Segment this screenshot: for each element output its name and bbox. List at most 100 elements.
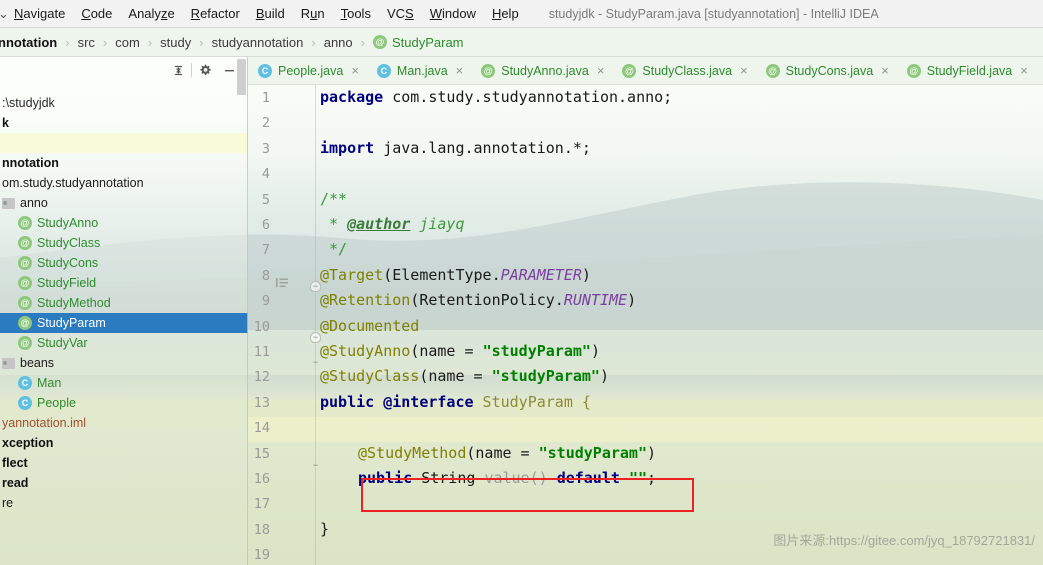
- code-line-15[interactable]: @StudyMethod(name = "studyParam"): [358, 444, 656, 462]
- gutter-line-number[interactable]: 6: [248, 217, 270, 233]
- gutter-line-number[interactable]: 15: [248, 446, 270, 462]
- code-token: "": [628, 469, 647, 487]
- code-line-3[interactable]: import java.lang.annotation.*;: [320, 139, 591, 157]
- editor-tab-studyanno-java[interactable]: @ StudyAnno.java ×: [471, 57, 612, 84]
- editor-tab-people-java[interactable]: C People.java ×: [248, 57, 367, 84]
- tree-node-studyvar[interactable]: @ StudyVar: [0, 333, 248, 353]
- menu-item-navigate[interactable]: Navigate: [6, 3, 73, 24]
- code-line-9[interactable]: @Retention(RetentionPolicy.RUNTIME): [320, 291, 636, 309]
- code-token: @StudyMethod: [358, 443, 467, 462]
- code-line-11[interactable]: @StudyAnno(name = "studyParam"): [320, 342, 600, 360]
- breadcrumb-item-studyannotation[interactable]: studyannotation: [210, 35, 306, 50]
- code-line-18[interactable]: }: [320, 520, 329, 538]
- code-line-7[interactable]: */: [320, 240, 347, 258]
- menu-item-help[interactable]: Help: [484, 3, 527, 24]
- code-line-10[interactable]: @Documented: [320, 317, 419, 335]
- gear-icon[interactable]: [194, 60, 216, 80]
- gutter-line-number[interactable]: 10: [248, 319, 270, 335]
- code-line-12[interactable]: @StudyClass(name = "studyParam"): [320, 367, 609, 385]
- fold-marker-class-body[interactable]: −: [310, 461, 321, 472]
- javadoc-gutter-icon[interactable]: [276, 277, 289, 292]
- menu-item-code[interactable]: Code: [73, 3, 120, 24]
- breadcrumb-item-studyparam[interactable]: @ StudyParam: [371, 35, 466, 50]
- gutter-line-number[interactable]: 3: [248, 141, 270, 157]
- close-icon[interactable]: ×: [351, 64, 359, 77]
- gutter-line-number[interactable]: 19: [248, 547, 270, 563]
- editor-gutter[interactable]: 1 2 3 4 5 6 7 8 9 10 11 12 13 14 15 16 17 18 19: [248, 85, 318, 565]
- code-token: (ElementType.: [383, 265, 501, 284]
- tree-node-studyanno[interactable]: @ StudyAnno: [0, 213, 248, 233]
- gutter-line-number[interactable]: 8: [248, 268, 270, 284]
- menu-item-window[interactable]: Window: [422, 3, 484, 24]
- project-scrollbar-track[interactable]: [237, 57, 246, 565]
- tree-node-read[interactable]: read: [0, 473, 248, 493]
- tree-node-people[interactable]: C People: [0, 393, 248, 413]
- tree-node--studyjdk[interactable]: :\studyjdk: [0, 93, 248, 113]
- code-line-6[interactable]: * @author jiayq: [320, 215, 464, 233]
- gutter-line-number[interactable]: 18: [248, 522, 270, 538]
- tree-node-xception[interactable]: xception: [0, 433, 248, 453]
- tree-node-empty[interactable]: [0, 133, 248, 153]
- code-editor[interactable]: 1 2 3 4 5 6 7 8 9 10 11 12 13 14 15 16 17 18 19 − − − − pa…: [248, 85, 1043, 565]
- code-line-8[interactable]: @Target(ElementType.PARAMETER): [320, 266, 591, 284]
- gutter-line-number[interactable]: 1: [248, 90, 270, 106]
- tree-node-man[interactable]: C Man: [0, 373, 248, 393]
- menu-item-tools[interactable]: Tools: [333, 3, 379, 24]
- tree-node-studycons[interactable]: @ StudyCons: [0, 253, 248, 273]
- tree-node-om-study-studyannotation[interactable]: om.study.studyannotation: [0, 173, 248, 193]
- breadcrumb-item-nnotation[interactable]: nnotation: [0, 35, 59, 50]
- tree-node-flect[interactable]: flect: [0, 453, 248, 473]
- project-scrollbar-thumb[interactable]: [237, 59, 246, 95]
- tree-node-studyfield[interactable]: @ StudyField: [0, 273, 248, 293]
- editor-tab-stu[interactable]: @Stu: [1036, 57, 1043, 84]
- editor-tab-studyfield-java[interactable]: @ StudyField.java ×: [897, 57, 1036, 84]
- gutter-line-number[interactable]: 4: [248, 166, 270, 182]
- code-line-16[interactable]: public String value() default "";: [358, 469, 656, 487]
- gutter-line-number[interactable]: 14: [248, 420, 270, 436]
- caret-line-highlight: [248, 417, 1043, 443]
- breadcrumb-item-study[interactable]: study: [158, 35, 193, 50]
- tree-node-studyclass[interactable]: @ StudyClass: [0, 233, 248, 253]
- tree-node-studyparam[interactable]: @ StudyParam: [0, 313, 248, 333]
- code-line-1[interactable]: package com.study.studyannotation.anno;: [320, 88, 672, 106]
- gutter-line-number[interactable]: 11: [248, 344, 270, 360]
- gutter-line-number[interactable]: 2: [248, 115, 270, 131]
- menu-item-analyze[interactable]: Analyze: [120, 3, 182, 24]
- menu-item-build[interactable]: Build: [248, 3, 293, 24]
- close-icon[interactable]: ×: [1020, 64, 1028, 77]
- breadcrumb-separator: ›: [199, 34, 204, 50]
- tree-node-yannotation-iml[interactable]: yannotation.iml: [0, 413, 248, 433]
- editor-tab-man-java[interactable]: C Man.java ×: [367, 57, 471, 84]
- tree-node-studymethod[interactable]: @ StudyMethod: [0, 293, 248, 313]
- code-line-13[interactable]: public @interface StudyParam {: [320, 393, 591, 411]
- tree-node-re[interactable]: re: [0, 493, 248, 513]
- menu-item-refactor[interactable]: Refactor: [183, 3, 248, 24]
- sidebar-divider[interactable]: [247, 57, 248, 565]
- tree-node-label: k: [2, 116, 9, 130]
- menu-item-vcs[interactable]: VCS: [379, 3, 422, 24]
- tree-node-nnotation[interactable]: nnotation: [0, 153, 248, 173]
- gutter-line-number[interactable]: 12: [248, 369, 270, 385]
- tree-node-anno[interactable]: anno: [0, 193, 248, 213]
- tree-node-k[interactable]: k: [0, 113, 248, 133]
- tree-node-beans[interactable]: beans: [0, 353, 248, 373]
- close-icon[interactable]: ×: [456, 64, 464, 77]
- menu-item-run[interactable]: Run: [293, 3, 333, 24]
- collapse-all-icon[interactable]: [167, 60, 189, 80]
- annotation-icon: @: [372, 35, 387, 49]
- gutter-line-number[interactable]: 13: [248, 395, 270, 411]
- gutter-line-number[interactable]: 17: [248, 496, 270, 512]
- breadcrumb-item-com[interactable]: com: [113, 35, 142, 50]
- breadcrumb-item-anno[interactable]: anno: [322, 35, 355, 50]
- close-icon[interactable]: ×: [597, 64, 605, 77]
- close-icon[interactable]: ×: [740, 64, 748, 77]
- close-icon[interactable]: ×: [881, 64, 889, 77]
- code-line-5[interactable]: /**: [320, 190, 347, 208]
- gutter-line-number[interactable]: 9: [248, 293, 270, 309]
- gutter-line-number[interactable]: 5: [248, 192, 270, 208]
- editor-tab-studycons-java[interactable]: @ StudyCons.java ×: [756, 57, 897, 84]
- breadcrumb-item-src[interactable]: src: [76, 35, 97, 50]
- gutter-line-number[interactable]: 16: [248, 471, 270, 487]
- editor-tab-studyclass-java[interactable]: @ StudyClass.java ×: [612, 57, 755, 84]
- gutter-line-number[interactable]: 7: [248, 242, 270, 258]
